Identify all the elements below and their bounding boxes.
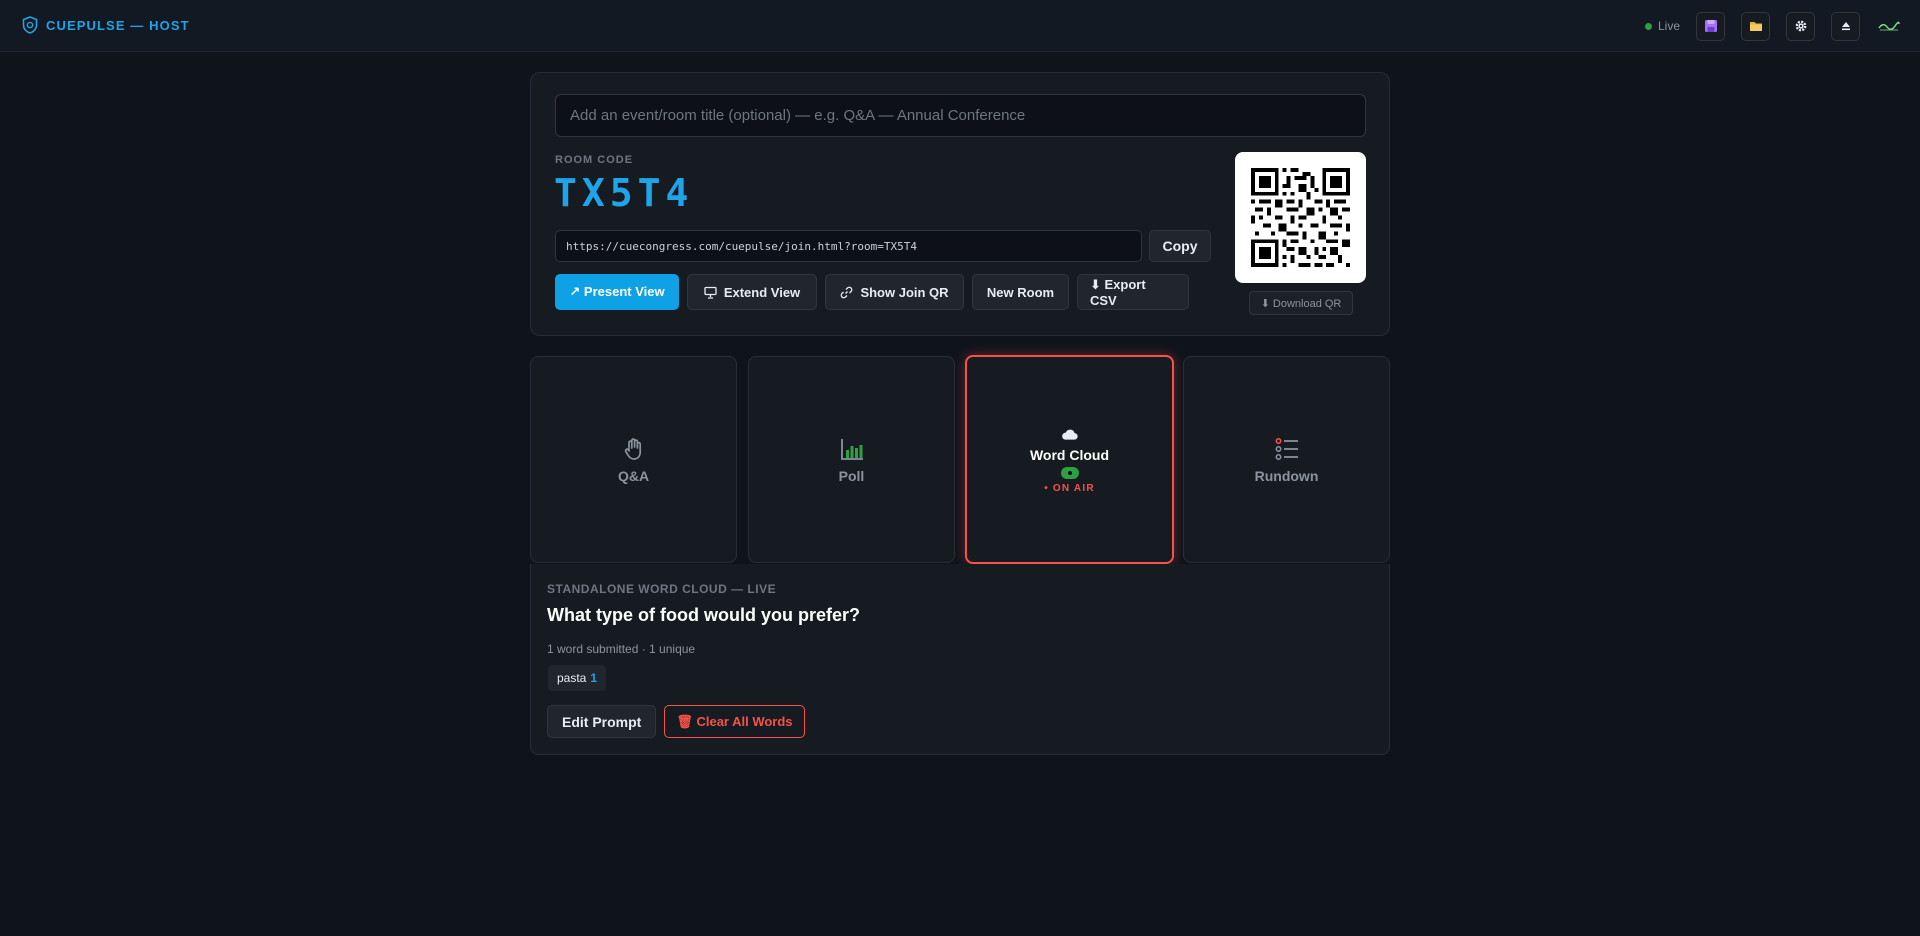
edit-prompt-button[interactable]: Edit Prompt [547, 705, 657, 738]
extend-view-button[interactable]: Extend View [687, 274, 817, 310]
settings-button[interactable] [1786, 11, 1815, 41]
live-dot-icon [1644, 22, 1652, 30]
live-status-label: Live [1657, 19, 1680, 33]
word-cloud-prompt: What type of food would you prefer? [547, 605, 860, 625]
brand-title: CUEPULSE — HOST [46, 17, 190, 33]
extend-view-label: Extend View [723, 284, 801, 300]
mode-tile-rundown[interactable]: Rundown [1183, 356, 1390, 563]
word-chip-text: pasta [557, 671, 587, 685]
eject-button[interactable] [1831, 11, 1860, 41]
export-csv-label: ⬇ Export CSV [1090, 276, 1146, 308]
word-count-stats: 1 word submitted · 1 unique [547, 642, 696, 656]
join-qr-code [1235, 152, 1366, 283]
list-icon [1275, 437, 1298, 460]
word-cloud-panel: STANDALONE WORD CLOUD — LIVE What type o… [530, 564, 1390, 755]
folder-icon [1749, 22, 1762, 31]
partner-logo-icon [1876, 19, 1902, 33]
cloud-icon [1061, 429, 1078, 440]
mode-tile-poll[interactable]: Poll [748, 356, 955, 563]
qr-code-icon [1251, 168, 1350, 267]
gear-icon [1795, 20, 1806, 32]
live-status: Live [1644, 19, 1680, 33]
on-air-badge: • ON AIR [1044, 483, 1095, 494]
mode-label-word-cloud: Word Cloud [1029, 447, 1110, 463]
new-room-button[interactable]: New Room [972, 274, 1069, 310]
room-code-label: ROOM CODE [555, 154, 634, 166]
top-right-controls: Live [1644, 11, 1902, 41]
live-indicator-icon [1060, 467, 1079, 479]
open-folder-button[interactable] [1741, 11, 1770, 41]
presentation-screen-icon [704, 286, 717, 299]
mode-tile-qa[interactable]: Q&A [530, 356, 737, 563]
top-bar: CUEPULSE — HOST Live [0, 0, 1920, 52]
show-join-qr-label: Show Join QR [860, 284, 949, 300]
clear-all-words-button[interactable]: 🗑 Clear All Words [664, 705, 805, 738]
mode-tiles: Q&A Poll Word Cloud • ON AIR Rundown [530, 355, 1390, 564]
word-chip-count: 1 [590, 671, 598, 685]
show-join-qr-button[interactable]: Show Join QR [825, 274, 964, 310]
download-qr-button[interactable]: ⬇ Download QR [1249, 291, 1353, 315]
bar-chart-icon [840, 438, 863, 460]
room-actions: ↗ Present View Extend View Show Join QR … [555, 274, 1189, 310]
brand: CUEPULSE — HOST [22, 15, 190, 35]
save-button[interactable] [1696, 11, 1725, 41]
room-title-input[interactable] [555, 94, 1366, 137]
mode-label-poll: Poll [838, 467, 865, 484]
present-view-label: ↗ Present View [569, 284, 665, 299]
present-view-button[interactable]: ↗ Present View [555, 274, 679, 310]
word-chip: pasta 1 [548, 665, 607, 691]
new-room-label: New Room [986, 284, 1055, 300]
mode-label-qa: Q&A [617, 467, 650, 484]
mode-label-rundown: Rundown [1254, 467, 1319, 484]
export-csv-button[interactable]: ⬇ Export CSV [1077, 274, 1189, 310]
shield-logo-icon [22, 16, 38, 34]
save-icon [1704, 20, 1717, 32]
mode-tile-word-cloud[interactable]: Word Cloud • ON AIR [965, 355, 1174, 564]
eject-icon [1841, 22, 1850, 31]
panel-actions: Edit Prompt 🗑 Clear All Words [547, 705, 805, 738]
join-url-field[interactable] [555, 230, 1142, 262]
copy-url-button[interactable]: Copy [1149, 230, 1211, 262]
room-card: ROOM CODE TX5T4 Copy ↗ Present View Exte… [530, 72, 1390, 336]
link-icon [841, 286, 853, 298]
raised-hand-icon [624, 437, 641, 460]
room-code: TX5T4 [554, 171, 694, 215]
panel-heading: STANDALONE WORD CLOUD — LIVE [547, 582, 777, 596]
